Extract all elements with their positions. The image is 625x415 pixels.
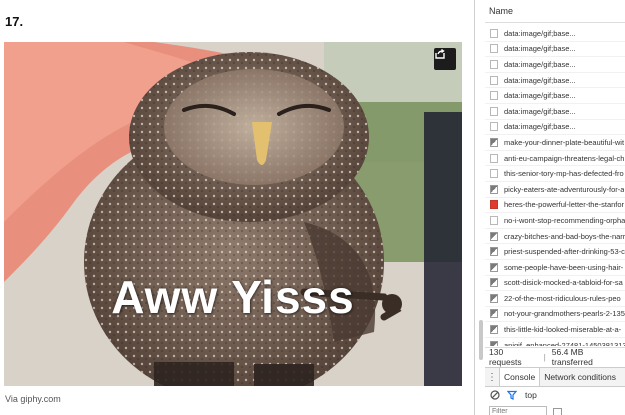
devtools-resize-handle[interactable] — [479, 320, 483, 360]
drawer-menu-icon[interactable]: ⋮ — [485, 372, 499, 383]
network-row[interactable]: picky-eaters-ate-adventurously-for-a — [485, 182, 625, 198]
network-row[interactable]: priest-suspended-after-drinking-53-c — [485, 244, 625, 260]
console-toolbar: top — [485, 386, 625, 404]
image-file-icon — [490, 262, 498, 272]
network-row[interactable]: data:image/gif;base... — [485, 120, 625, 136]
network-request-list: data:image/gif;base... data:image/gif;bas… — [485, 26, 625, 346]
owl-illustration — [4, 42, 462, 386]
image-file-icon — [490, 137, 498, 147]
network-row-name: data:image/gif;base... — [504, 106, 576, 116]
document-icon — [490, 153, 498, 163]
document-icon — [490, 59, 498, 69]
network-row-name: this-senior-tory-mp-has-defected-fro — [504, 169, 624, 179]
network-row-name: priest-suspended-after-drinking-53-c — [504, 247, 625, 257]
clear-console-button[interactable] — [488, 388, 502, 402]
network-row[interactable]: some-people-have-been-using-hair- — [485, 260, 625, 276]
network-row[interactable]: 22-of-the-most-ridiculous-rules-peo — [485, 291, 625, 307]
context-selector[interactable]: top — [525, 390, 537, 400]
share-button[interactable] — [434, 48, 456, 70]
network-row-name: scott-disick-mocked-a-tabloid-for-sa — [504, 278, 623, 288]
filter-toggle-button[interactable] — [505, 388, 519, 402]
transferred-size: 56.4 MB transferred — [551, 347, 593, 367]
network-row[interactable]: scott-disick-mocked-a-tabloid-for-sa — [485, 276, 625, 292]
document-icon — [490, 122, 498, 132]
gif-caption: Aww Yisss — [111, 271, 355, 323]
request-count: 130 requests — [489, 347, 522, 367]
network-row-name: crazy-bitches-and-bad-boys-the-narr — [504, 231, 625, 241]
image-file-icon — [490, 293, 498, 303]
network-row[interactable]: make-your-dinner-plate-beautiful-wit — [485, 135, 625, 151]
article-column: 17. Aww Yisss Via giphy.com — [0, 0, 474, 415]
filter-icon — [507, 390, 517, 400]
network-row-name: not-your-grandmothers-pearls-2-1358 — [504, 309, 625, 319]
network-row-name: make-your-dinner-plate-beautiful-wit — [504, 137, 625, 147]
network-row[interactable]: data:image/gif;base... — [485, 73, 625, 89]
owl-gif[interactable]: Aww Yisss — [4, 42, 462, 386]
network-summary: 130 requests | 56.4 MB transferred — [485, 347, 625, 367]
image-file-icon — [490, 340, 498, 346]
clear-icon — [490, 390, 500, 400]
document-icon — [490, 169, 498, 179]
document-icon — [490, 75, 498, 85]
network-row[interactable]: data:image/gif;base... — [485, 57, 625, 73]
document-icon — [490, 28, 498, 38]
image-file-icon — [490, 184, 498, 194]
image-file-icon — [490, 309, 498, 319]
network-row[interactable]: data:image/gif;base... — [485, 104, 625, 120]
network-row[interactable]: not-your-grandmothers-pearls-2-1358 — [485, 307, 625, 323]
network-row-name: anti-eu-campaign-threatens-legal-ch — [504, 153, 625, 163]
network-row-name: picky-eaters-ate-adventurously-for-a — [504, 184, 625, 194]
document-icon — [490, 44, 498, 54]
network-row-name: this-little-kid-looked-miserable-at-a- — [504, 325, 622, 335]
network-row[interactable]: data:image/gif;base... — [485, 26, 625, 42]
network-row[interactable]: this-senior-tory-mp-has-defected-fro — [485, 166, 625, 182]
network-row-name: some-people-have-been-using-hair- — [504, 262, 624, 272]
image-file-icon — [490, 231, 498, 241]
network-row[interactable]: no-i-wont-stop-recommending-orpha — [485, 213, 625, 229]
network-row[interactable]: anti-eu-campaign-threatens-legal-ch — [485, 151, 625, 167]
network-row[interactable]: anigif_enhanced-27481-1450381313 — [485, 338, 625, 346]
network-row-name: 22-of-the-most-ridiculous-rules-peo — [504, 293, 621, 303]
image-file-icon — [490, 247, 498, 257]
network-row-name: data:image/gif;base... — [504, 28, 576, 38]
console-filter-input[interactable] — [489, 406, 547, 415]
list-item-number: 17. — [5, 14, 24, 29]
image-file-icon — [490, 325, 498, 335]
image-file-icon — [490, 278, 498, 288]
share-icon — [435, 48, 445, 59]
console-filter-row — [485, 406, 625, 415]
network-row-name: heres-the-powerful-letter-the-stanfor — [504, 200, 625, 210]
network-row[interactable]: crazy-bitches-and-bad-boys-the-narr — [485, 229, 625, 245]
network-row-name: anigif_enhanced-27481-1450381313 — [504, 340, 625, 346]
network-row-name: data:image/gif;base... — [504, 122, 576, 132]
document-icon — [490, 91, 498, 101]
network-row-name: data:image/gif;base... — [504, 91, 576, 101]
network-row-name: data:image/gif;base... — [504, 59, 576, 69]
image-credit[interactable]: Via giphy.com — [5, 394, 61, 404]
network-row-name: data:image/gif;base... — [504, 75, 576, 85]
drawer-tabbar: ⋮ Console Network conditions — [485, 367, 625, 387]
network-row[interactable]: data:image/gif;base... — [485, 42, 625, 58]
summary-separator: | — [543, 352, 546, 362]
name-column-header[interactable]: Name — [485, 0, 625, 23]
tab-console[interactable]: Console — [499, 368, 540, 386]
network-row-name: data:image/gif;base... — [504, 44, 576, 54]
filter-checkbox[interactable] — [553, 408, 562, 415]
devtools-panel: Name data:image/gif;base... data:image/gi… — [474, 0, 625, 415]
tab-network-conditions[interactable]: Network conditions — [539, 368, 620, 386]
network-row-name: no-i-wont-stop-recommending-orpha — [504, 215, 625, 225]
document-icon — [490, 215, 498, 225]
network-row[interactable]: heres-the-powerful-letter-the-stanfor — [485, 198, 625, 214]
image-file-icon — [490, 200, 498, 210]
network-row[interactable]: this-little-kid-looked-miserable-at-a- — [485, 322, 625, 338]
network-row[interactable]: data:image/gif;base... — [485, 88, 625, 104]
document-icon — [490, 106, 498, 116]
